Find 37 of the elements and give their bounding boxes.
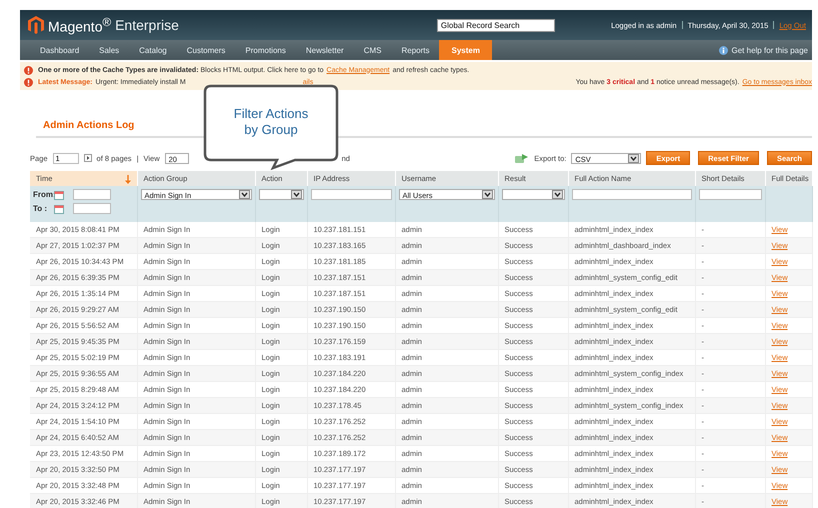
filter-input[interactable] xyxy=(572,189,692,200)
to-label: To : xyxy=(33,204,48,213)
nav-tab[interactable]: CMS xyxy=(354,40,392,60)
help-icon xyxy=(718,46,728,54)
sort-arrow-icon xyxy=(124,175,130,184)
date-input[interactable] xyxy=(73,189,111,200)
caret-icon xyxy=(482,190,492,199)
filter-input[interactable] xyxy=(698,189,762,200)
date-input[interactable] xyxy=(73,203,111,214)
nav-tab[interactable]: Dashboard xyxy=(30,40,90,60)
nav-tab[interactable]: Customers xyxy=(176,40,236,60)
filter-input[interactable] xyxy=(310,189,392,200)
filter-select[interactable] xyxy=(502,189,564,200)
calendar-icon[interactable] xyxy=(54,204,64,214)
nav-tab[interactable]: Reports xyxy=(391,40,440,60)
warning-icon xyxy=(24,66,33,74)
nav-tab[interactable]: Catalog xyxy=(129,40,177,60)
filter-select[interactable] xyxy=(258,189,304,200)
next-page-icon[interactable] xyxy=(84,154,92,162)
logo-text: Magento$^{®}$ xyxy=(48,16,112,34)
nav-tab[interactable]: System xyxy=(439,40,492,60)
nav-tab[interactable]: Newsletter xyxy=(296,40,354,60)
nav-tab[interactable]: Promotions xyxy=(235,40,296,60)
help-link[interactable]: Get help for this page xyxy=(732,46,808,54)
warning-icon xyxy=(24,78,33,86)
callout-text: Filter Actions by Group xyxy=(232,106,310,138)
nav-tab[interactable]: Sales xyxy=(89,40,130,60)
caret-icon xyxy=(628,154,640,162)
logo-icon xyxy=(28,16,44,34)
calendar-icon[interactable] xyxy=(54,190,64,200)
logo-subtitle: Enterprise xyxy=(115,17,179,33)
page-title: Admin Actions Log xyxy=(43,120,134,131)
search-field[interactable]: Global Record Search xyxy=(436,18,555,32)
caret-icon xyxy=(552,190,562,199)
caret-icon xyxy=(290,190,302,199)
caret-icon xyxy=(238,190,250,199)
export-icon xyxy=(515,153,530,163)
